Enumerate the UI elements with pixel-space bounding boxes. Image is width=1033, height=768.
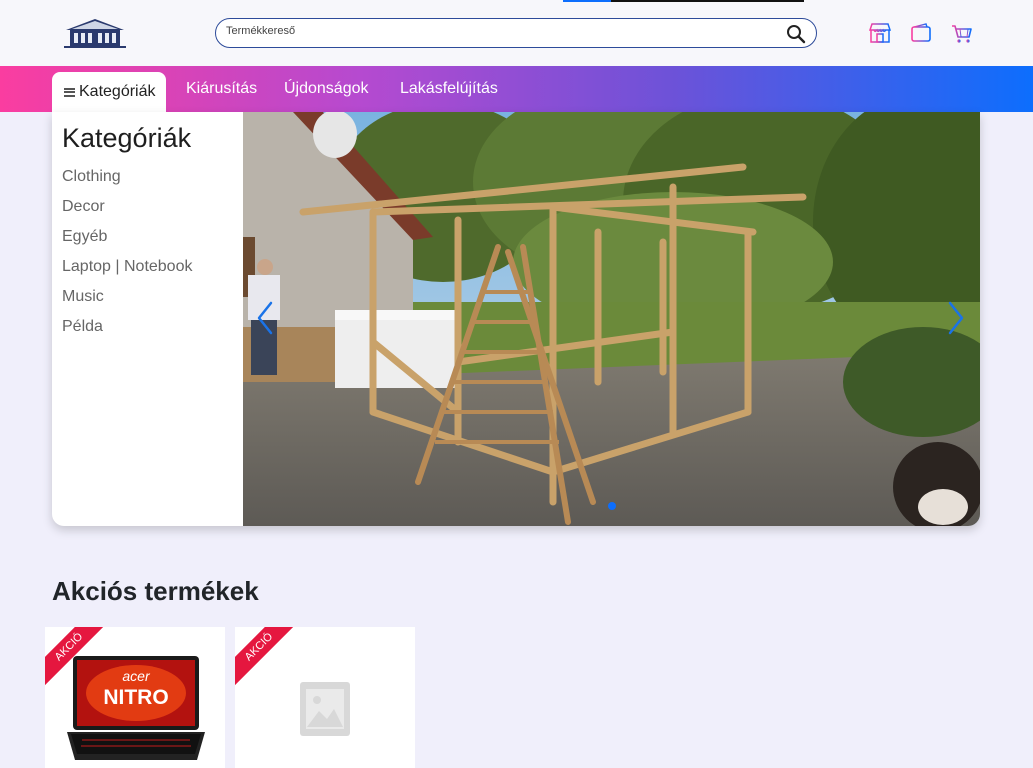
category-item[interactable]: Laptop | Notebook	[62, 257, 192, 287]
category-item[interactable]: Decor	[62, 197, 192, 227]
top-progress-line	[563, 0, 804, 2]
wallet-icon[interactable]	[909, 22, 933, 44]
categories-heading: Kategóriák	[62, 123, 192, 153]
carousel-indicator[interactable]	[608, 502, 616, 510]
nav-item-sale[interactable]: Kiárusítás	[186, 80, 257, 98]
placeholder-image-icon	[300, 682, 350, 736]
sale-section-title: Akciós termékek	[52, 576, 259, 606]
nav-item-renovation[interactable]: Lakásfelújítás	[400, 80, 498, 98]
carousel-prev-icon[interactable]	[255, 300, 275, 336]
store-icon[interactable]	[868, 22, 892, 44]
search-bar[interactable]	[215, 18, 817, 48]
header	[0, 0, 1033, 66]
nav-categories-label: Kategóriák	[79, 83, 156, 100]
carousel-image	[243, 112, 980, 526]
carousel-next-icon[interactable]	[946, 300, 966, 336]
hamburger-icon	[64, 87, 75, 97]
nav-item-new[interactable]: Újdonságok	[284, 80, 369, 98]
house-logo-icon[interactable]	[62, 17, 128, 49]
svg-text:NITRO: NITRO	[103, 686, 168, 709]
sale-badge: AKCIÓ	[235, 627, 309, 697]
product-card[interactable]: AKCIÓ acer NITRO	[45, 627, 225, 768]
hero-panel: Kategóriák Clothing Decor Egyéb Laptop |…	[52, 112, 980, 526]
category-item[interactable]: Példa	[62, 317, 192, 347]
laptop-image: acer NITRO	[67, 656, 205, 760]
cart-icon[interactable]	[950, 22, 974, 44]
category-item[interactable]: Clothing	[62, 167, 192, 197]
product-card[interactable]: AKCIÓ	[235, 627, 415, 768]
category-item[interactable]: Music	[62, 287, 192, 317]
category-list: Clothing Decor Egyéb Laptop | Notebook M…	[62, 167, 192, 347]
category-item[interactable]: Egyéb	[62, 227, 192, 257]
search-icon[interactable]	[786, 24, 806, 44]
carousel-slide[interactable]	[243, 112, 980, 526]
svg-text:acer: acer	[122, 668, 151, 684]
search-input[interactable]	[226, 25, 766, 37]
nav-categories-tab[interactable]: Kategóriák	[52, 72, 166, 112]
